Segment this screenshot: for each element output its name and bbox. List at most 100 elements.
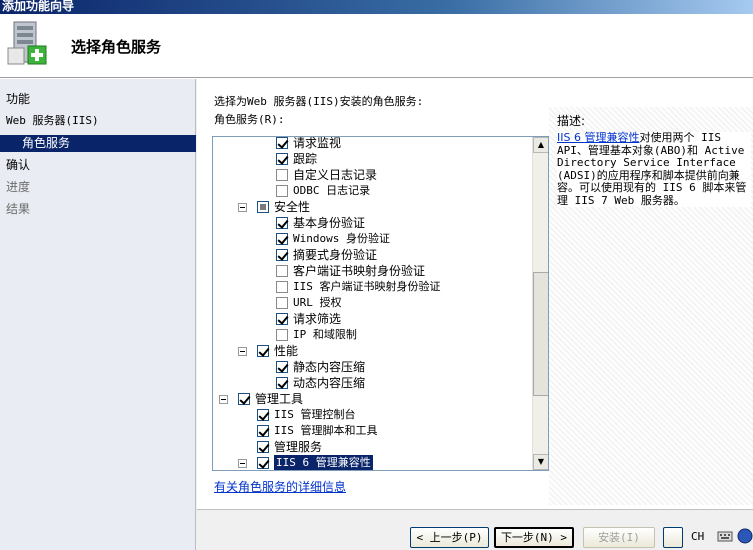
role-service-label[interactable]: 安全性 — [274, 199, 310, 215]
role-services-label: 角色服务(R): — [214, 113, 285, 126]
tree-row[interactable]: 管理服务 — [213, 439, 533, 455]
role-service-checkbox[interactable] — [276, 297, 288, 309]
collapse-icon[interactable] — [238, 459, 247, 468]
install-button: 安装(I) — [583, 527, 655, 548]
tree-row[interactable]: 静态内容压缩 — [213, 359, 533, 375]
role-service-label[interactable]: 自定义日志记录 — [293, 167, 377, 183]
wizard-steps-nav: 功能 Web 服务器(IIS) 角色服务 确认 进度 结果 — [0, 79, 196, 550]
role-service-checkbox[interactable] — [257, 441, 269, 453]
role-service-label[interactable]: 管理服务 — [274, 439, 322, 455]
role-service-label[interactable]: 性能 — [274, 343, 298, 359]
role-service-checkbox[interactable] — [276, 361, 288, 373]
ime-indicator[interactable]: CH — [691, 530, 704, 543]
nav-item-features[interactable]: 功能 — [6, 91, 30, 107]
role-service-checkbox[interactable] — [276, 377, 288, 389]
tree-row[interactable]: IIS 管理控制台 — [213, 407, 533, 423]
tree-row[interactable]: IIS 管理脚本和工具 — [213, 423, 533, 439]
role-service-checkbox[interactable] — [276, 329, 288, 341]
server-add-icon — [7, 21, 47, 65]
tree-scrollbar[interactable]: ▲ ▼ — [532, 137, 548, 470]
scroll-down-icon[interactable]: ▼ — [533, 454, 548, 470]
tree-row[interactable]: ODBC 日志记录 — [213, 183, 533, 199]
keyboard-icon[interactable] — [717, 528, 733, 544]
tree-row[interactable]: 跟踪 — [213, 151, 533, 167]
tree-viewport: 请求监视 跟踪 自定义日志记录 ODBC 日志记录 安全性 基本身份验证 Windows 身… — [213, 137, 533, 470]
collapse-icon[interactable] — [238, 347, 247, 356]
role-service-label[interactable]: IIS 管理控制台 — [274, 407, 356, 423]
role-service-checkbox[interactable] — [257, 425, 269, 437]
tree-row[interactable]: IIS 客户端证书映射身份验证 — [213, 279, 533, 295]
role-service-checkbox[interactable] — [276, 313, 288, 325]
role-service-checkbox[interactable] — [276, 281, 288, 293]
collapse-icon[interactable] — [238, 203, 247, 212]
role-service-checkbox[interactable] — [276, 185, 288, 197]
role-service-label[interactable]: ODBC 日志记录 — [293, 183, 370, 199]
role-service-label[interactable]: IIS 客户端证书映射身份验证 — [293, 279, 441, 295]
wizard-header: 选择角色服务 — [0, 14, 753, 78]
wizard-footer: < 上一步(P) 下一步(N) > 安装(I) CH — [197, 509, 753, 550]
tree-row[interactable]: 管理工具 — [213, 391, 533, 407]
tree-row[interactable]: 安全性 — [213, 199, 533, 215]
role-services-tree[interactable]: 请求监视 跟踪 自定义日志记录 ODBC 日志记录 安全性 基本身份验证 Windows 身… — [212, 136, 549, 471]
tree-row[interactable]: 自定义日志记录 — [213, 167, 533, 183]
role-service-checkbox[interactable] — [276, 265, 288, 277]
main-content: 选择为Web 服务器(IIS)安装的角色服务: 角色服务(R): 请求监视 跟踪自… — [197, 79, 753, 550]
tree-row[interactable]: URL 授权 — [213, 295, 533, 311]
role-services-info-link[interactable]: 有关角色服务的详细信息 — [214, 478, 346, 495]
description-title: 描述: — [557, 114, 586, 128]
role-service-checkbox[interactable] — [276, 153, 288, 165]
role-service-label[interactable]: Windows 身份验证 — [293, 231, 390, 247]
nav-item-progress: 进度 — [6, 180, 31, 194]
tree-row[interactable]: IP 和域限制 — [213, 327, 533, 343]
role-service-checkbox[interactable] — [276, 249, 288, 261]
description-link[interactable]: IIS 6 管理兼容性 — [557, 131, 639, 144]
role-service-checkbox[interactable] — [257, 201, 269, 213]
nav-item-results: 结果 — [6, 202, 31, 216]
role-service-checkbox[interactable] — [276, 233, 288, 245]
tree-row[interactable]: 基本身份验证 — [213, 215, 533, 231]
tree-row[interactable]: 摘要式身份验证 — [213, 247, 533, 263]
role-service-label[interactable]: URL 授权 — [293, 295, 342, 311]
instruction-text: 选择为Web 服务器(IIS)安装的角色服务: — [214, 95, 424, 108]
scroll-up-icon[interactable]: ▲ — [533, 137, 548, 153]
role-service-label[interactable]: 动态内容压缩 — [293, 375, 365, 391]
cancel-button-partial[interactable] — [663, 527, 683, 548]
role-service-checkbox[interactable] — [276, 137, 288, 149]
role-service-checkbox[interactable] — [257, 409, 269, 421]
tree-row[interactable]: 请求筛选 — [213, 311, 533, 327]
role-service-checkbox[interactable] — [276, 169, 288, 181]
role-service-checkbox[interactable] — [257, 457, 269, 469]
help-icon[interactable] — [737, 528, 753, 544]
wizard-body: 功能 Web 服务器(IIS) 角色服务 确认 进度 结果 选择为Web 服务器… — [0, 79, 753, 550]
nav-item-web-server[interactable]: Web 服务器(IIS) — [6, 113, 99, 129]
role-service-checkbox[interactable] — [276, 217, 288, 229]
tree-row[interactable]: 性能 — [213, 343, 533, 359]
page-title: 选择角色服务 — [71, 38, 162, 56]
next-button[interactable]: 下一步(N) > — [494, 527, 574, 548]
role-service-checkbox[interactable] — [238, 393, 250, 405]
role-service-label[interactable]: 摘要式身份验证 — [293, 247, 377, 263]
back-button[interactable]: < 上一步(P) — [410, 527, 489, 548]
tree-row[interactable]: IIS 6 管理兼容性 — [213, 455, 533, 470]
description-panel: 描述: IIS 6 管理兼容性对使用两个 IIS API、管理基本对象(ABO)… — [549, 107, 753, 505]
tree-row[interactable]: Windows 身份验证 — [213, 231, 533, 247]
tree-row[interactable]: 请求监视 — [213, 137, 533, 151]
role-service-label[interactable]: 管理工具 — [255, 391, 303, 407]
role-service-label[interactable]: 跟踪 — [293, 151, 317, 167]
role-service-label[interactable]: 请求监视 — [293, 137, 341, 151]
scroll-thumb[interactable] — [533, 272, 548, 396]
role-service-label[interactable]: 静态内容压缩 — [293, 359, 365, 375]
nav-item-confirmation[interactable]: 确认 — [6, 157, 30, 173]
role-service-label[interactable]: 请求筛选 — [293, 311, 341, 327]
role-service-label[interactable]: 客户端证书映射身份验证 — [293, 263, 425, 279]
collapse-icon[interactable] — [219, 395, 228, 404]
tree-row[interactable]: 客户端证书映射身份验证 — [213, 263, 533, 279]
description-body: IIS 6 管理兼容性对使用两个 IIS API、管理基本对象(ABO)和 Ac… — [557, 131, 751, 207]
tree-row[interactable]: 动态内容压缩 — [213, 375, 533, 391]
role-service-checkbox[interactable] — [257, 345, 269, 357]
role-service-label[interactable]: 基本身份验证 — [293, 215, 365, 231]
nav-item-role-services[interactable]: 角色服务 — [0, 135, 196, 152]
role-service-label[interactable]: IIS 6 管理兼容性 — [274, 455, 373, 470]
role-service-label[interactable]: IP 和域限制 — [293, 327, 357, 343]
role-service-label[interactable]: IIS 管理脚本和工具 — [274, 423, 378, 439]
